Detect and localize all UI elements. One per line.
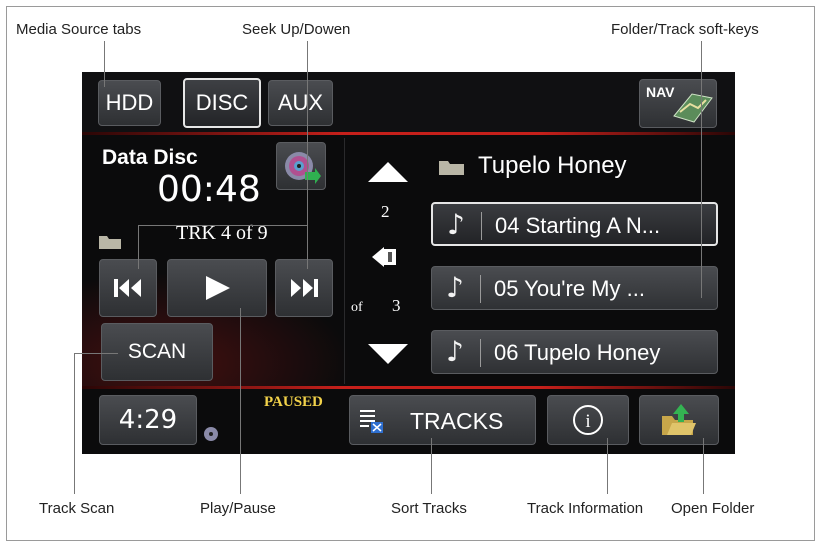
leader-seek-back — [138, 225, 139, 269]
callout-play-pause: Play/Pause — [200, 500, 276, 517]
tab-disc[interactable]: DISC — [183, 78, 261, 128]
seek-back-button[interactable] — [99, 259, 157, 317]
leader-track-scan-h — [74, 353, 118, 354]
page-current: 2 — [381, 202, 390, 221]
sort-list-icon — [360, 410, 383, 433]
track-name: 06 Tupelo Honey — [494, 340, 661, 365]
leader-play-pause — [240, 308, 241, 494]
leader-seek — [307, 41, 308, 269]
track-name: 05 You're My ... — [494, 276, 645, 301]
infotainment-screen: HDD DISC AUX NAV Data Disc 00:48 TRK 4 o… — [82, 72, 735, 454]
page-total: 3 — [392, 296, 401, 315]
music-note-icon: ♪ — [447, 208, 465, 241]
open-folder-button[interactable] — [639, 395, 719, 445]
leader-seek-left — [138, 225, 308, 226]
tab-aux[interactable]: AUX — [268, 80, 333, 126]
disc-source-button[interactable] — [276, 142, 326, 190]
panel-divider — [344, 138, 345, 384]
map-icon — [673, 93, 713, 123]
sort-tracks-label: TRACKS — [410, 408, 504, 434]
callout-sort-tracks: Sort Tracks — [391, 500, 467, 517]
track-separator — [480, 275, 481, 303]
top-divider — [82, 132, 735, 135]
callout-folder-track-softkeys: Folder/Track soft-keys — [611, 21, 759, 38]
track-separator — [481, 212, 482, 240]
disc-status-icon — [204, 427, 218, 441]
folder-name: Tupelo Honey — [478, 152, 627, 179]
sort-tracks-button[interactable]: TRACKS — [349, 395, 536, 445]
elapsed-time: 00:48 — [157, 169, 261, 210]
leader-media-tabs — [104, 41, 105, 87]
seek-forward-button[interactable] — [275, 259, 333, 317]
down-arrow-icon[interactable] — [366, 342, 410, 366]
info-icon: i — [573, 405, 603, 435]
skip-back-icon — [114, 279, 141, 297]
up-arrow-icon[interactable] — [366, 160, 410, 184]
folder-name-icon — [439, 161, 464, 175]
source-label: Data Disc — [102, 146, 198, 169]
callout-media-source-tabs: Media Source tabs — [16, 21, 142, 38]
tab-hdd[interactable]: HDD — [98, 80, 161, 126]
skip-forward-icon — [291, 279, 318, 297]
play-pause-button[interactable] — [167, 259, 267, 317]
bottom-divider — [82, 386, 735, 389]
track-name: 04 Starting A N... — [495, 213, 661, 238]
leader-open-folder — [703, 438, 704, 494]
folder-icon — [99, 236, 121, 249]
callout-track-scan: Track Scan — [39, 500, 115, 517]
track-separator — [480, 339, 481, 367]
music-note-icon: ♪ — [446, 335, 464, 368]
folder-back-icon[interactable] — [370, 242, 406, 272]
callout-track-information: Track Information — [527, 500, 644, 517]
callout-seek-up-down: Seek Up/Dowen — [242, 21, 351, 38]
clock-display: 4:29 — [99, 395, 197, 445]
callout-open-folder: Open Folder — [671, 500, 755, 517]
top-bar — [82, 72, 735, 132]
leader-track-info — [607, 438, 608, 494]
status-text: PAUSED — [264, 394, 323, 410]
nav-button[interactable]: NAV — [639, 79, 717, 128]
play-icon — [206, 276, 230, 300]
page-of-label: of — [351, 300, 363, 315]
music-note-icon: ♪ — [446, 271, 464, 304]
leader-folder-track — [701, 41, 702, 298]
disc-source-icon — [285, 152, 321, 184]
track-info-button[interactable]: i — [547, 395, 629, 445]
info-symbol: i — [585, 411, 590, 432]
track-item-3[interactable]: ♪ 06 Tupelo Honey — [431, 330, 718, 374]
track-item-2[interactable]: ♪ 05 You're My ... — [431, 266, 718, 310]
track-item-1[interactable]: ♪ 04 Starting A N... — [431, 202, 718, 246]
scan-button[interactable]: SCAN — [101, 323, 213, 381]
leader-sort-tracks — [431, 438, 432, 494]
leader-track-scan — [74, 353, 75, 494]
open-folder-icon — [662, 404, 696, 435]
